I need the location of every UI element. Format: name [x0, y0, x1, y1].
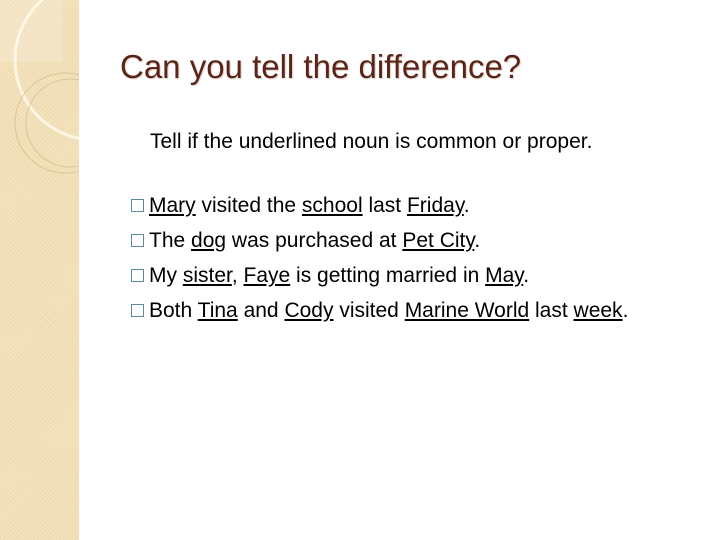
square-bullet-icon	[131, 304, 144, 317]
noun-sentence-list: Mary visited the school last Friday. The …	[130, 193, 690, 333]
sentence-text: .	[523, 264, 530, 287]
sentence-text: and	[237, 299, 285, 322]
slide-instruction: Tell if the underlined noun is common or…	[150, 130, 593, 153]
underlined-noun: sister	[182, 264, 232, 287]
sentence-text: visited	[333, 299, 405, 322]
sentence-item: Both Tina and Cody visited Marine World …	[130, 298, 690, 324]
underlined-noun: Mary	[149, 194, 196, 217]
underlined-noun: Cody	[284, 299, 334, 322]
sentence-item: Mary visited the school last Friday.	[130, 193, 690, 219]
underlined-noun: Faye	[243, 264, 291, 287]
underlined-noun: May	[485, 264, 524, 287]
slide-title: Can you tell the difference?	[120, 48, 522, 85]
sentence-text: .	[463, 194, 470, 217]
decorative-circles-graphic	[0, 0, 79, 174]
sentence-text: .	[474, 229, 481, 252]
sentence-text: My	[149, 264, 183, 287]
sentence-text: visited the	[195, 194, 302, 217]
sentence-text: Both	[149, 299, 198, 322]
sentence-item: My sister, Faye is getting married in Ma…	[130, 263, 690, 289]
square-bullet-icon	[131, 234, 144, 247]
sentence-text: ,	[231, 264, 244, 287]
underlined-noun: dog	[191, 229, 227, 252]
underlined-noun: week	[573, 299, 623, 322]
decorative-circle-inner	[25, 78, 79, 168]
decorative-square	[0, 0, 62, 62]
decorative-sidebar	[0, 0, 79, 540]
sentence-item: The dog was purchased at Pet City.	[130, 228, 690, 254]
sentence-text: last	[362, 194, 407, 217]
underlined-noun: Marine World	[404, 299, 530, 322]
square-bullet-icon	[131, 269, 144, 282]
underlined-noun: Friday	[406, 194, 464, 217]
sentence-text: is getting married in	[290, 264, 486, 287]
sentence-text: The	[149, 229, 192, 252]
underlined-noun: Tina	[197, 299, 238, 322]
sentence-text: was purchased at	[226, 229, 403, 252]
square-bullet-icon	[131, 199, 144, 212]
sentence-text: last	[529, 299, 574, 322]
underlined-noun: school	[301, 194, 363, 217]
underlined-noun: Pet City	[402, 229, 475, 252]
sentence-text: .	[622, 299, 629, 322]
